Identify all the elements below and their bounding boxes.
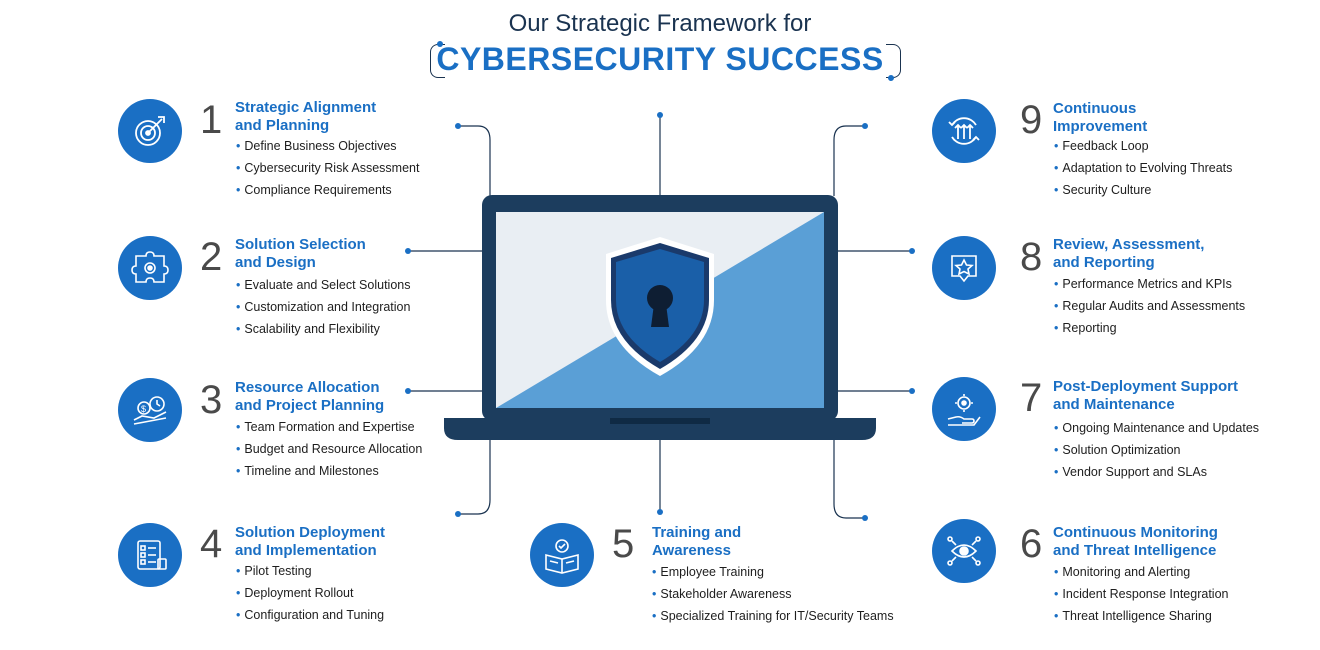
list-item: Customization and Integration: [236, 296, 410, 318]
step-4-circle: [118, 523, 182, 587]
list-item: Specialized Training for IT/Security Tea…: [652, 605, 893, 627]
step-8-number: 8: [1020, 235, 1043, 279]
step-7-circle: [932, 377, 996, 441]
step-2-circle: [118, 236, 182, 300]
svg-text:$: $: [141, 404, 146, 414]
list-item: Team Formation and Expertise: [236, 416, 422, 438]
step-7-title: Post-Deployment Support and Maintenance: [1053, 378, 1239, 413]
step-9-number: 9: [1020, 98, 1043, 142]
list-item: Vendor Support and SLAs: [1054, 461, 1259, 483]
puzzle-gear-icon: [131, 251, 169, 283]
step-1-circle: [118, 99, 182, 163]
list-item: Reporting: [1054, 317, 1245, 339]
step-1-title: Strategic Alignment and Planning: [235, 99, 377, 134]
list-item: Budget and Resource Allocation: [236, 438, 422, 460]
step-2-list: Evaluate and Select Solutions Customizat…: [236, 274, 410, 340]
list-item: Configuration and Tuning: [236, 604, 384, 626]
list-item: Pilot Testing: [236, 560, 384, 582]
step-3-circle: $: [118, 378, 182, 442]
checklist-icon: [137, 540, 167, 570]
list-item: Regular Audits and Assessments: [1054, 295, 1245, 317]
step-4-list: Pilot Testing Deployment Rollout Configu…: [236, 560, 384, 626]
step-3-list: Team Formation and Expertise Budget and …: [236, 416, 422, 482]
target-icon: [135, 116, 165, 146]
list-item: Evaluate and Select Solutions: [236, 274, 410, 296]
list-item: Ongoing Maintenance and Updates: [1054, 417, 1259, 439]
list-item: Cybersecurity Risk Assessment: [236, 157, 419, 179]
step-5-list: Employee Training Stakeholder Awareness …: [652, 561, 894, 627]
list-item: Threat Intelligence Sharing: [1054, 605, 1228, 627]
step-1-number: 1: [200, 98, 223, 142]
step-6-title: Continuous Monitoring and Threat Intellig…: [1053, 524, 1218, 559]
step-7-list: Ongoing Maintenance and Updates Solution…: [1054, 417, 1259, 483]
money-clock-icon: $: [133, 396, 167, 425]
step-9-circle: [932, 99, 996, 163]
eye-network-icon: [947, 536, 981, 566]
list-item: Timeline and Milestones: [236, 460, 422, 482]
list-item: Incident Response Integration: [1054, 583, 1228, 605]
list-item: Stakeholder Awareness: [652, 583, 894, 605]
step-3-number: 3: [200, 378, 223, 422]
list-item: Adaptation to Evolving Threats: [1054, 157, 1232, 179]
step-2-title: Solution Selection and Design: [235, 236, 366, 271]
step-8-circle: [932, 236, 996, 300]
step-7-number: 7: [1020, 376, 1043, 420]
step-8-list: Performance Metrics and KPIs Regular Aud…: [1054, 273, 1245, 339]
step-5-number: 5: [612, 522, 635, 566]
list-item: Security Culture: [1054, 179, 1232, 201]
step-6-circle: [932, 519, 996, 583]
list-item: Solution Optimization: [1054, 439, 1259, 461]
list-item: Employee Training: [652, 561, 894, 583]
list-item: Deployment Rollout: [236, 582, 384, 604]
step-5-title: Training and Awareness: [652, 524, 742, 559]
laptop-illustration: [444, 195, 876, 440]
list-item: Monitoring and Alerting: [1054, 561, 1228, 583]
list-item: Performance Metrics and KPIs: [1054, 273, 1245, 295]
list-item: Feedback Loop: [1054, 135, 1232, 157]
step-6-list: Monitoring and Alerting Incident Respons…: [1054, 561, 1228, 627]
step-3-title: Resource Allocation and Project Planning: [235, 379, 385, 414]
hand-gear-icon: [947, 394, 981, 426]
star-badge-icon: [951, 255, 977, 283]
list-item: Scalability and Flexibility: [236, 318, 410, 340]
step-5-circle: [530, 523, 594, 587]
step-9-title: Continuous Improvement: [1053, 100, 1148, 135]
step-9-list: Feedback Loop Adaptation to Evolving Thr…: [1054, 135, 1232, 201]
step-6-number: 6: [1020, 522, 1043, 566]
step-2-number: 2: [200, 235, 223, 279]
list-item: Define Business Objectives: [236, 135, 419, 157]
step-4-number: 4: [200, 522, 223, 566]
cycle-arrows-icon: [948, 117, 980, 145]
step-1-list: Define Business Objectives Cybersecurity…: [236, 135, 419, 201]
step-4-title: Solution Deployment and Implementation: [235, 524, 385, 559]
list-item: Compliance Requirements: [236, 179, 419, 201]
book-reader-icon: [545, 539, 579, 574]
step-8-title: Review, Assessment, and Reporting: [1053, 236, 1205, 271]
